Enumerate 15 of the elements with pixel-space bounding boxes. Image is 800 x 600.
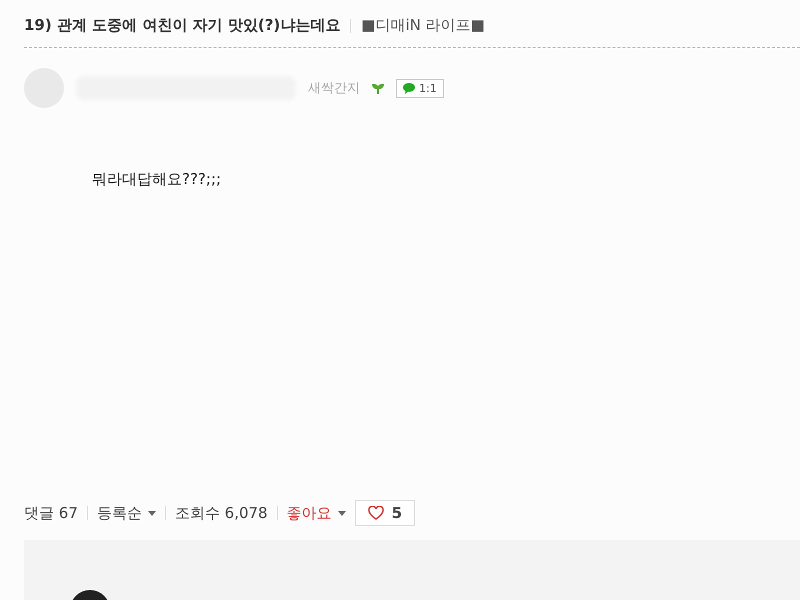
caret-icon <box>148 510 156 516</box>
member-level: 새싹간지 <box>308 80 360 97</box>
speech-bubble-icon <box>403 82 415 94</box>
sprout-icon <box>372 82 384 94</box>
like-button[interactable]: 5 <box>354 500 416 526</box>
post-body: 뭐라대답해요???;;; <box>92 170 222 189</box>
sort-dropdown[interactable]: 등록순 <box>96 504 156 522</box>
like-dropdown[interactable]: 좋아요 <box>286 504 346 522</box>
chat-button[interactable]: 1:1 <box>396 78 444 98</box>
views-label: 조회수 6,078 <box>174 504 268 522</box>
heart-icon <box>368 506 384 520</box>
board-link[interactable]: ■디매iN 라이프■ <box>361 16 485 35</box>
comments-label: 댓글 67 <box>24 504 78 522</box>
caret-icon <box>338 510 346 516</box>
post-title: 19) 관계 도중에 여친이 자기 맛있(?)냐는데요 <box>24 16 340 35</box>
